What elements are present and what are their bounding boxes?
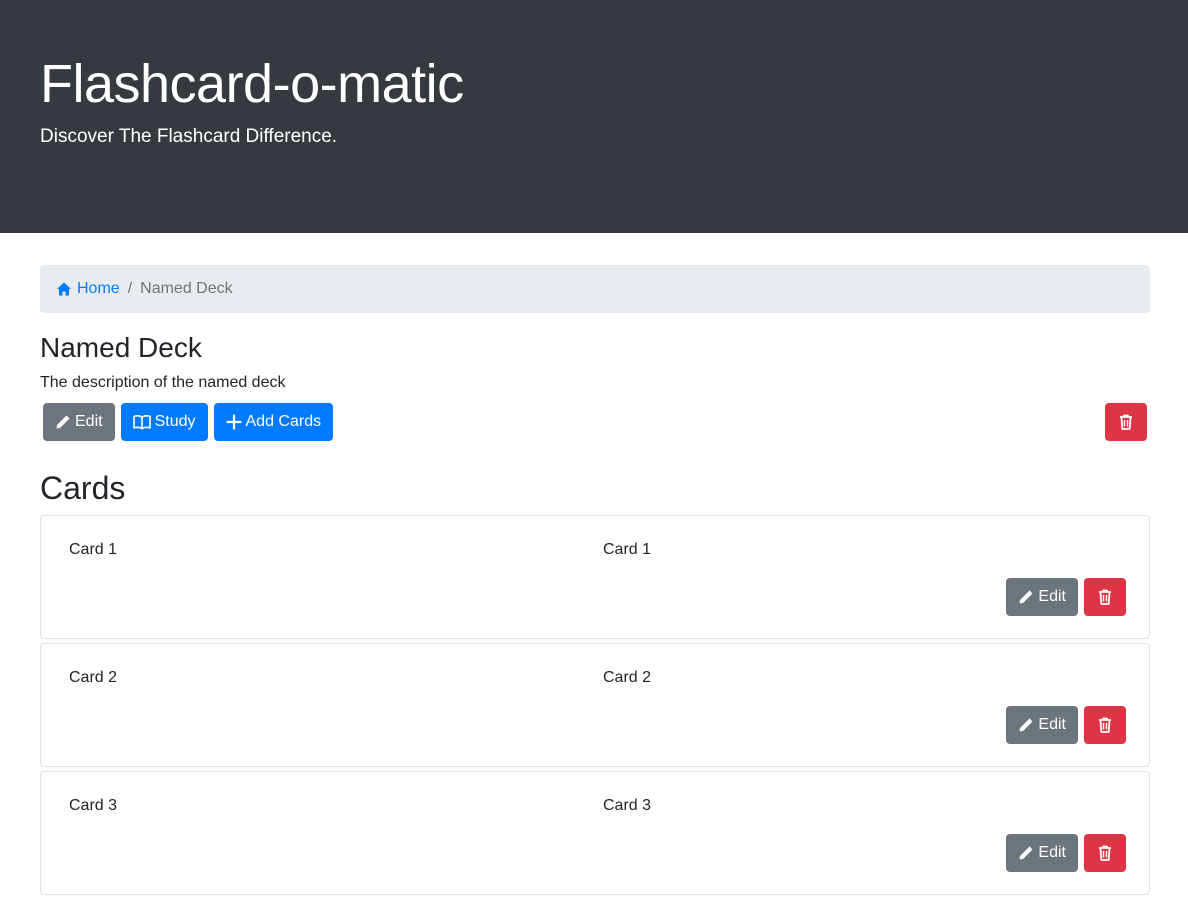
card-item: Card 3 Card 3 Edit bbox=[40, 771, 1150, 895]
breadcrumb-current: Named Deck bbox=[140, 280, 233, 297]
home-icon bbox=[56, 281, 72, 297]
edit-card-button[interactable]: Edit bbox=[1006, 706, 1078, 744]
card-content: Card 1 Card 1 bbox=[69, 540, 1126, 560]
deck-title: Named Deck bbox=[40, 332, 202, 363]
delete-card-button[interactable] bbox=[1084, 834, 1126, 872]
app-tagline: Discover The Flashcard Difference. bbox=[40, 126, 338, 147]
trash-icon bbox=[1119, 414, 1133, 430]
breadcrumb-separator: / bbox=[127, 280, 133, 297]
card-front: Card 3 bbox=[69, 797, 118, 814]
card-list: Card 1 Card 1 Edit Card 2 Card 2 Edit Ca… bbox=[40, 515, 1150, 895]
page-header: Flashcard-o-matic Discover The Flashcard… bbox=[0, 0, 1188, 233]
card-item: Card 1 Card 1 Edit bbox=[40, 515, 1150, 639]
study-label: Study bbox=[154, 413, 196, 430]
delete-card-button[interactable] bbox=[1084, 706, 1126, 744]
trash-icon bbox=[1098, 717, 1112, 733]
plus-icon bbox=[225, 414, 246, 430]
breadcrumb: Home / Named Deck bbox=[40, 265, 1150, 313]
card-back: Card 2 bbox=[603, 669, 652, 686]
trash-icon bbox=[1098, 845, 1112, 861]
edit-card-label: Edit bbox=[1038, 716, 1066, 733]
card-content: Card 3 Card 3 bbox=[69, 796, 1126, 816]
cards-heading: Cards bbox=[40, 470, 126, 506]
card-back: Card 3 bbox=[603, 797, 652, 814]
breadcrumb-home-link[interactable]: Home bbox=[56, 280, 120, 298]
pencil-icon bbox=[1018, 845, 1038, 861]
pencil-icon bbox=[1018, 717, 1038, 733]
trash-icon bbox=[1098, 589, 1112, 605]
add-cards-button[interactable]: Add Cards bbox=[213, 403, 334, 441]
edit-card-label: Edit bbox=[1038, 844, 1066, 861]
app-title: Flashcard-o-matic bbox=[40, 54, 464, 114]
delete-card-button[interactable] bbox=[1084, 578, 1126, 616]
edit-card-label: Edit bbox=[1038, 588, 1066, 605]
deck-actions: Edit Study Add Cards bbox=[40, 403, 1150, 441]
edit-card-button[interactable]: Edit bbox=[1006, 578, 1078, 616]
card-content: Card 2 Card 2 bbox=[69, 668, 1126, 688]
card-front: Card 1 bbox=[69, 541, 118, 558]
pencil-icon bbox=[55, 414, 75, 430]
pencil-icon bbox=[1018, 589, 1038, 605]
add-cards-label: Add Cards bbox=[245, 413, 322, 430]
card-back: Card 1 bbox=[603, 541, 652, 558]
edit-deck-label: Edit bbox=[75, 413, 103, 430]
card-actions: Edit bbox=[1006, 578, 1126, 616]
delete-deck-button[interactable] bbox=[1105, 403, 1147, 441]
breadcrumb-home-label: Home bbox=[77, 280, 120, 297]
deck-description: The description of the named deck bbox=[40, 374, 286, 391]
card-item: Card 2 Card 2 Edit bbox=[40, 643, 1150, 767]
card-actions: Edit bbox=[1006, 706, 1126, 744]
card-front: Card 2 bbox=[69, 669, 118, 686]
main-content: Home / Named Deck Named Deck The descrip… bbox=[0, 265, 1188, 895]
study-button[interactable]: Study bbox=[120, 403, 208, 441]
book-icon bbox=[132, 414, 155, 430]
edit-deck-button[interactable]: Edit bbox=[43, 403, 115, 441]
card-actions: Edit bbox=[1006, 834, 1126, 872]
edit-card-button[interactable]: Edit bbox=[1006, 834, 1078, 872]
